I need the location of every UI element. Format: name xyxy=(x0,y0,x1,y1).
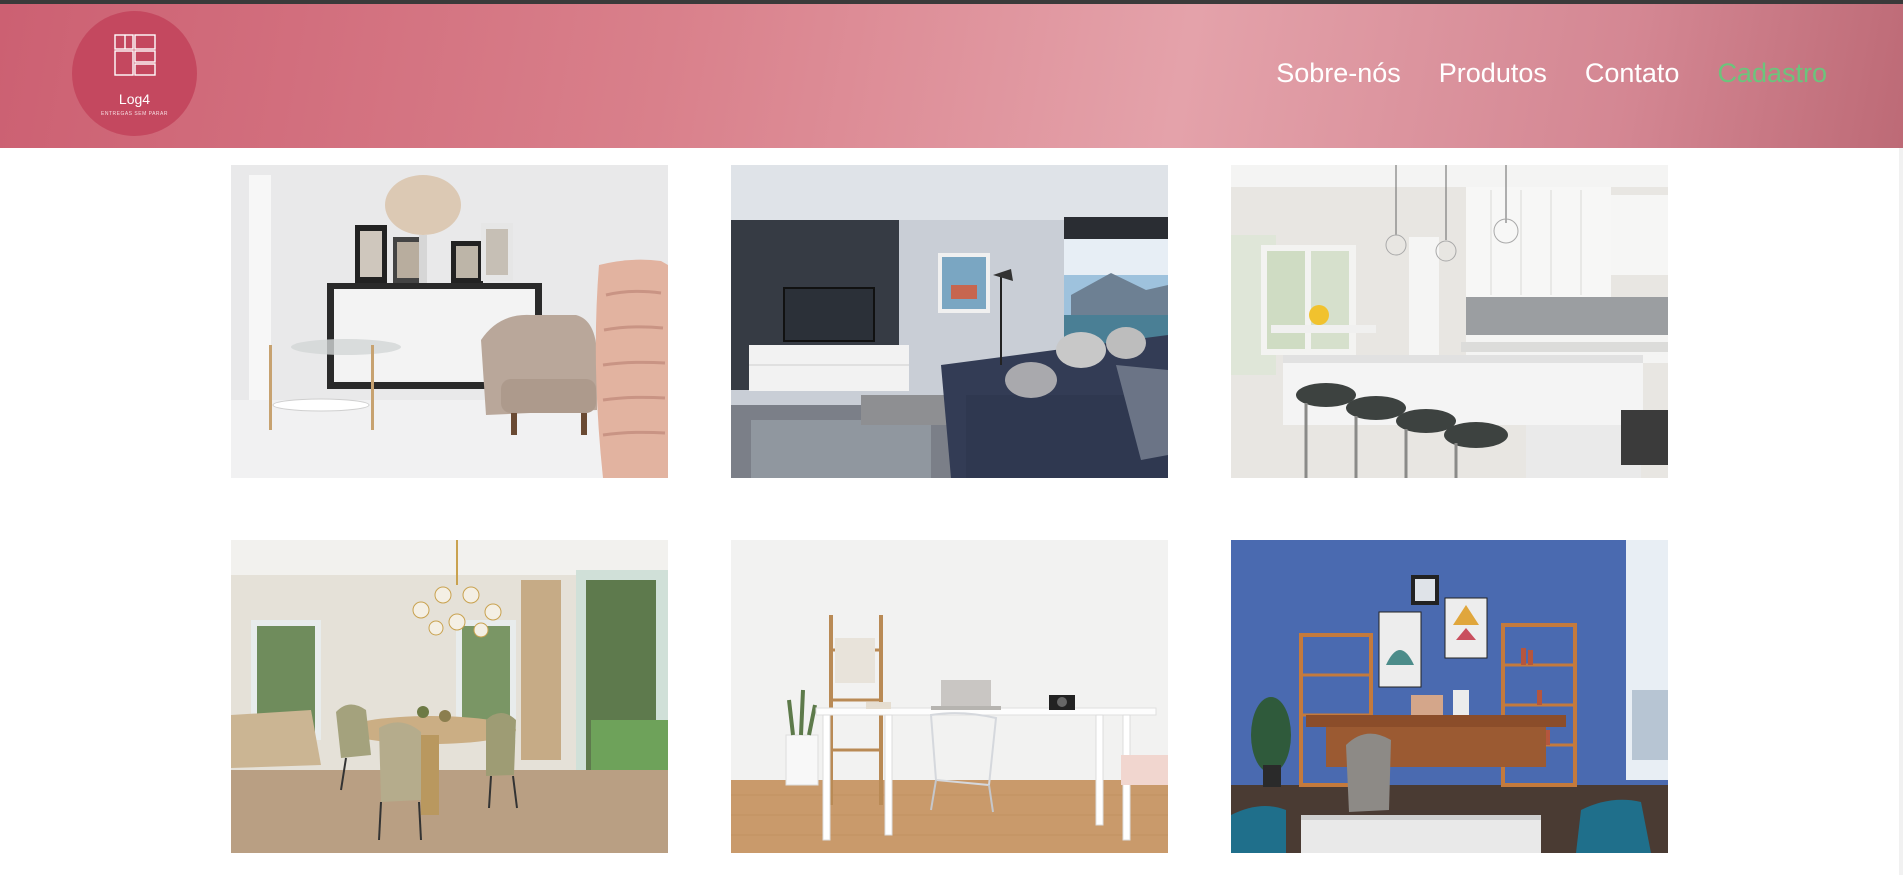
nav-link-produtos[interactable]: Produtos xyxy=(1439,58,1547,89)
logo-mark-icon xyxy=(114,34,156,76)
gallery-image-3[interactable] xyxy=(1231,165,1668,478)
minimal-desk-workspace-photo-icon xyxy=(731,540,1168,853)
nav-link-contato[interactable]: Contato xyxy=(1585,58,1680,89)
logo-name: Log4 xyxy=(118,91,151,107)
gallery-image-4[interactable] xyxy=(231,540,668,853)
white-kitchen-island-photo-icon xyxy=(1231,165,1668,478)
living-room-sideboard-photo-icon xyxy=(231,165,668,478)
dining-room-chandelier-photo-icon xyxy=(231,540,668,853)
logo[interactable]: Log4 ENTREGAS SEM PARAR xyxy=(72,11,197,136)
gallery-image-5[interactable] xyxy=(731,540,1168,853)
gallery-image-2[interactable] xyxy=(731,165,1168,478)
gallery-image-1[interactable] xyxy=(231,165,668,478)
site-header: Log4 ENTREGAS SEM PARAR Sobre-nós Produt… xyxy=(0,4,1903,148)
page-scrollbar[interactable] xyxy=(1899,148,1903,875)
main-nav: Sobre-nós Produtos Contato Cadastro xyxy=(1276,58,1827,89)
blue-wall-office-photo-icon xyxy=(1231,540,1668,853)
nav-link-sobre-nos[interactable]: Sobre-nós xyxy=(1276,58,1401,89)
logo-tagline: ENTREGAS SEM PARAR xyxy=(101,111,168,117)
nav-link-cadastro[interactable]: Cadastro xyxy=(1717,58,1827,89)
living-room-tv-sofa-photo-icon xyxy=(731,165,1168,478)
gallery-image-6[interactable] xyxy=(1231,540,1668,853)
